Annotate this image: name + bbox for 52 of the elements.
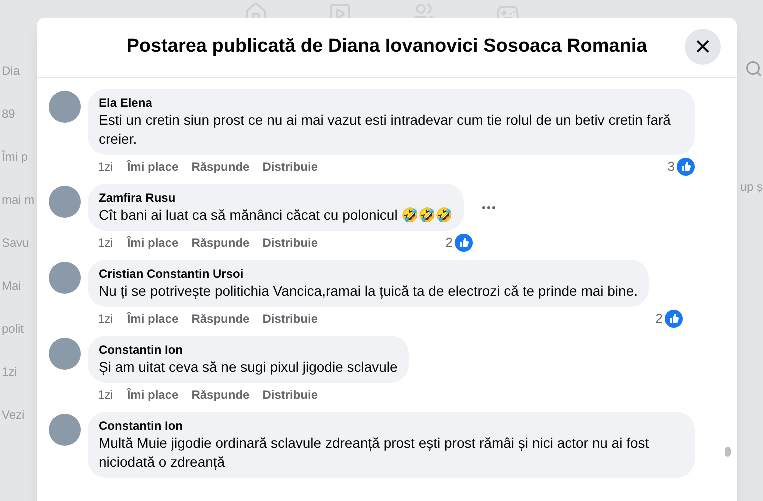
background-text: mai m [2,193,35,208]
thumbs-up-icon [677,158,695,176]
comment-time[interactable]: 1zi [98,386,114,404]
share-link[interactable]: Distribuie [262,158,318,176]
reply-link[interactable]: Răspunde [192,158,250,176]
background-text: Savu [2,236,30,251]
comment-text: Nu ți se potrivește politichia Vancica,ramai la țuică ta de electrozi că te prinde mai bine. [99,282,638,301]
more-options-icon [482,206,496,210]
background-text: Vezi [2,408,25,423]
background-text: up ș [740,179,763,196]
like-link[interactable]: Îmi place [127,310,179,328]
like-link[interactable]: Îmi place [127,158,179,176]
reply-link[interactable]: Răspunde [192,234,250,252]
comment-time[interactable]: 1zi [98,310,114,328]
comment-author[interactable]: Ela Elena [99,95,684,111]
like-link[interactable]: Îmi place [127,386,179,404]
search-icon[interactable] [745,60,763,78]
like-count[interactable]: 2 [446,233,453,253]
reply-link[interactable]: Răspunde [192,310,250,328]
comment-author[interactable]: Zamfira Rusu [99,190,453,206]
like-count[interactable]: 3 [668,157,675,177]
comment-text: Multă Muie jigodie ordinară sclavule zdreanță prost ești prost rămâi și nici actor nu ai fost niciodată o zdreanță [99,434,650,472]
share-link[interactable]: Distribuie [262,386,318,404]
comment-time[interactable]: 1zi [98,158,114,176]
avatar-placeholder[interactable] [49,91,81,123]
dialog-title: Postarea publicată de Diana Iovanovici Sosoaca Romania [126,35,648,60]
background-text: Mai [2,279,22,294]
share-link[interactable]: Distribuie [262,310,318,328]
avatar-placeholder[interactable] [49,262,81,294]
comment-text: Cît bani ai luat ca să mănânci căcat cu polonicul 🤣🤣🤣 [99,206,453,225]
background-text: 1zi [2,365,18,380]
comment-author[interactable]: Constantin Ion [99,418,684,434]
comment-author[interactable]: Constantin Ion [99,342,398,358]
background-text: 89 [2,107,16,122]
thumbs-up-icon [455,234,473,252]
comment-author[interactable]: Cristian Constantin Ursoi [99,266,638,282]
background-text: Îmi p [2,150,28,165]
scrollbar-thumb[interactable] [725,447,731,457]
avatar-placeholder[interactable] [49,338,81,370]
thumbs-up-icon [665,310,683,328]
close-button[interactable]: × [685,29,721,65]
comment-text: Și am uitat ceva să ne sugi pixul jigodie sclavule [99,358,398,377]
background-text: polit [2,322,24,337]
background-text: Dia [2,64,20,79]
reply-link[interactable]: Răspunde [192,386,250,404]
share-link[interactable]: Distribuie [262,234,318,252]
like-count[interactable]: 2 [656,309,663,329]
avatar-placeholder[interactable] [49,414,81,446]
comment-text: Esti un cretin siun prost ce nu ai mai vazut esti intradevar cum tie rolul de un betiv cretin fară creier. [99,111,672,149]
avatar-placeholder[interactable] [49,186,81,218]
comment-time[interactable]: 1zi [98,234,114,252]
like-link[interactable]: Îmi place [127,234,179,252]
